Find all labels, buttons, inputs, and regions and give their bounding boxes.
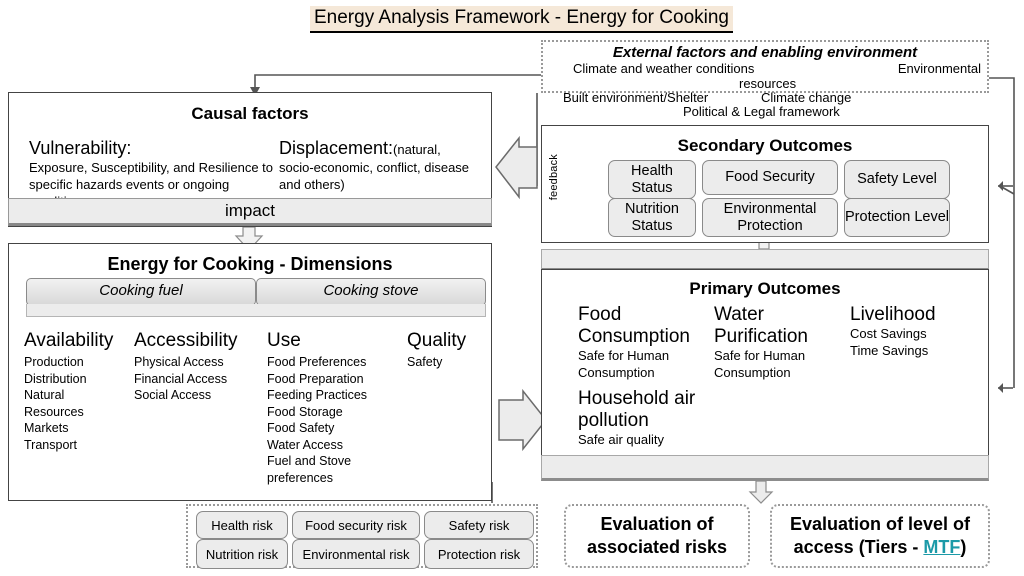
feedback-label: feedback [548,154,560,201]
risk-pill-nutrition[interactable]: Nutrition risk [196,539,288,569]
secondary-pill-nutrition-status[interactable]: Nutrition Status [608,198,696,237]
secondary-pill-environmental-protection[interactable]: Environmental Protection [702,198,838,237]
dimension-use-head: Use [267,330,301,351]
primary-food-consumption-body: Safe for Human Consumption [578,348,670,380]
dimension-item: Distribution [24,371,87,386]
primary-water-purification-body: Safe for Human Consumption [714,348,806,380]
displacement-paren: (natural, [393,142,441,157]
primary-livelihood: Livelihood Cost Savings Time Savings [850,304,970,359]
primary-household-air-pollution-body: Safe air quality [578,432,664,447]
dimension-accessibility-head: Accessibility [134,330,238,351]
secondary-outcomes-box: feedback Secondary Outcomes Health Statu… [541,125,989,243]
risk-pill-health[interactable]: Health risk [196,511,288,539]
risk-pill-safety[interactable]: Safety risk [424,511,534,539]
dimension-accessibility-items: Physical Access Financial Access Social Ac… [134,354,264,404]
evaluation-access-suffix: ) [960,537,967,557]
ext-built-environment: Built environment/Shelter [563,90,709,105]
dimension-item: Food Storage [267,404,343,419]
dimension-item: Safety [407,355,443,369]
evaluation-associated-risks: Evaluation of associated risks [564,504,750,568]
dimension-quality: Quality Safety [407,330,492,371]
dimensions-title: Energy for Cooking - Dimensions [107,254,393,274]
dimension-availability-head: Availability [24,330,114,351]
primary-outcomes-title: Primary Outcomes [689,279,841,298]
dimension-accessibility: Accessibility Physical Access Financial A… [134,330,264,404]
ext-climate-change: Climate change [761,90,852,105]
primary-outcomes-box: Primary Outcomes Food Consumption Safe f… [541,269,989,459]
tab-cooking-fuel[interactable]: Cooking fuel [26,278,256,306]
dimension-item: Feeding Practices [267,388,368,402]
dimension-item: Financial Access [134,371,228,386]
dimension-availability-items: Production Distribution Natural Resources Ma… [24,354,144,453]
external-factors-heading: External factors and enabling environmen… [612,44,918,61]
dimension-item: Natural [24,388,65,402]
primary-food-consumption: Food Consumption Safe for Human Consumpt… [578,304,708,381]
primary-household-air-pollution: Household air pollution Safe air quality [578,388,728,449]
dimension-item: Physical Access [134,355,224,369]
external-factors-box: External factors and enabling environmen… [541,40,989,119]
primary-food-consumption-head: Food Consumption [578,304,690,347]
risk-pill-environmental[interactable]: Environmental risk [292,539,420,569]
impact-bar: impact [8,198,492,226]
dimension-item: Fuel and Stove [267,454,352,468]
mtf-link[interactable]: MTF [923,537,960,557]
tab-shelf [26,304,486,317]
ext-climate-weather: Climate and weather conditions [573,61,755,76]
ext-environmental: Environmental [897,61,981,76]
page-title: Energy Analysis Framework - Energy for C… [310,6,733,33]
outcomes-divider-bar-top [541,249,989,271]
dimension-item: Transport [24,437,78,452]
secondary-pill-health-status[interactable]: Health Status [608,160,696,199]
dimension-item: Social Access [134,388,212,402]
vulnerability-head: Vulnerability: [29,138,132,158]
external-factors-items: Climate and weather conditions Environme… [543,61,987,119]
risk-pill-food-security[interactable]: Food security risk [292,511,420,539]
secondary-pill-protection-level[interactable]: Protection Level [844,198,950,237]
risk-panel: Health risk Food security risk Safety ri… [186,504,538,569]
dimension-item: Food Preparation [267,371,364,386]
dimension-quality-items: Safety [407,354,492,371]
dimension-item: Markets [24,421,69,435]
secondary-pill-safety-level[interactable]: Safety Level [844,160,950,199]
primary-livelihood-body: Cost Savings Time Savings [850,326,929,358]
ext-resources: resources [739,76,797,91]
causal-factors-title: Causal factors [191,104,309,123]
primary-household-air-pollution-head: Household air pollution [578,388,696,431]
tab-cooking-stove[interactable]: Cooking stove [256,278,486,306]
displacement-group: Displacement:(natural, socio-economic, c… [279,138,484,193]
evaluation-level-of-access: Evaluation of level of access (Tiers - M… [770,504,990,568]
dimension-use: Use Food Preferences Food Preparation Feed… [267,330,407,486]
energy-cooking-dimensions-box: Energy for Cooking - Dimensions Cooking … [8,243,492,501]
dimension-item: Water Access [267,437,343,452]
evaluation-access-text: Evaluation of level of access (Tiers - M… [772,513,988,559]
risk-pill-protection[interactable]: Protection risk [424,539,534,569]
primary-water-purification: Water Purification Safe for Human Consum… [714,304,844,381]
dimension-availability: Availability Production Distribution Natur… [24,330,144,453]
primary-water-purification-head: Water Purification [714,304,808,347]
displacement-label: Displacement: [279,138,394,158]
dimension-item: Production [24,355,84,369]
ext-political-legal: Political & Legal framework [683,104,840,119]
primary-livelihood-head: Livelihood [850,304,936,325]
secondary-outcomes-title: Secondary Outcomes [677,136,853,155]
displacement-body: socio-economic, conflict, disease and ot… [279,160,470,192]
displacement-head: Displacement:(natural, [279,138,484,159]
dimension-item: preferences [267,470,334,485]
secondary-pill-food-security[interactable]: Food Security [702,160,838,195]
dimension-item: Resources [24,404,84,419]
dimension-item: Food Preferences [267,355,367,369]
dimension-quality-head: Quality [407,330,467,351]
dimension-item: Food Safety [267,421,335,435]
dimension-use-items: Food Preferences Food Preparation Feeding … [267,354,407,486]
outcomes-divider-bar-bottom [541,455,989,481]
